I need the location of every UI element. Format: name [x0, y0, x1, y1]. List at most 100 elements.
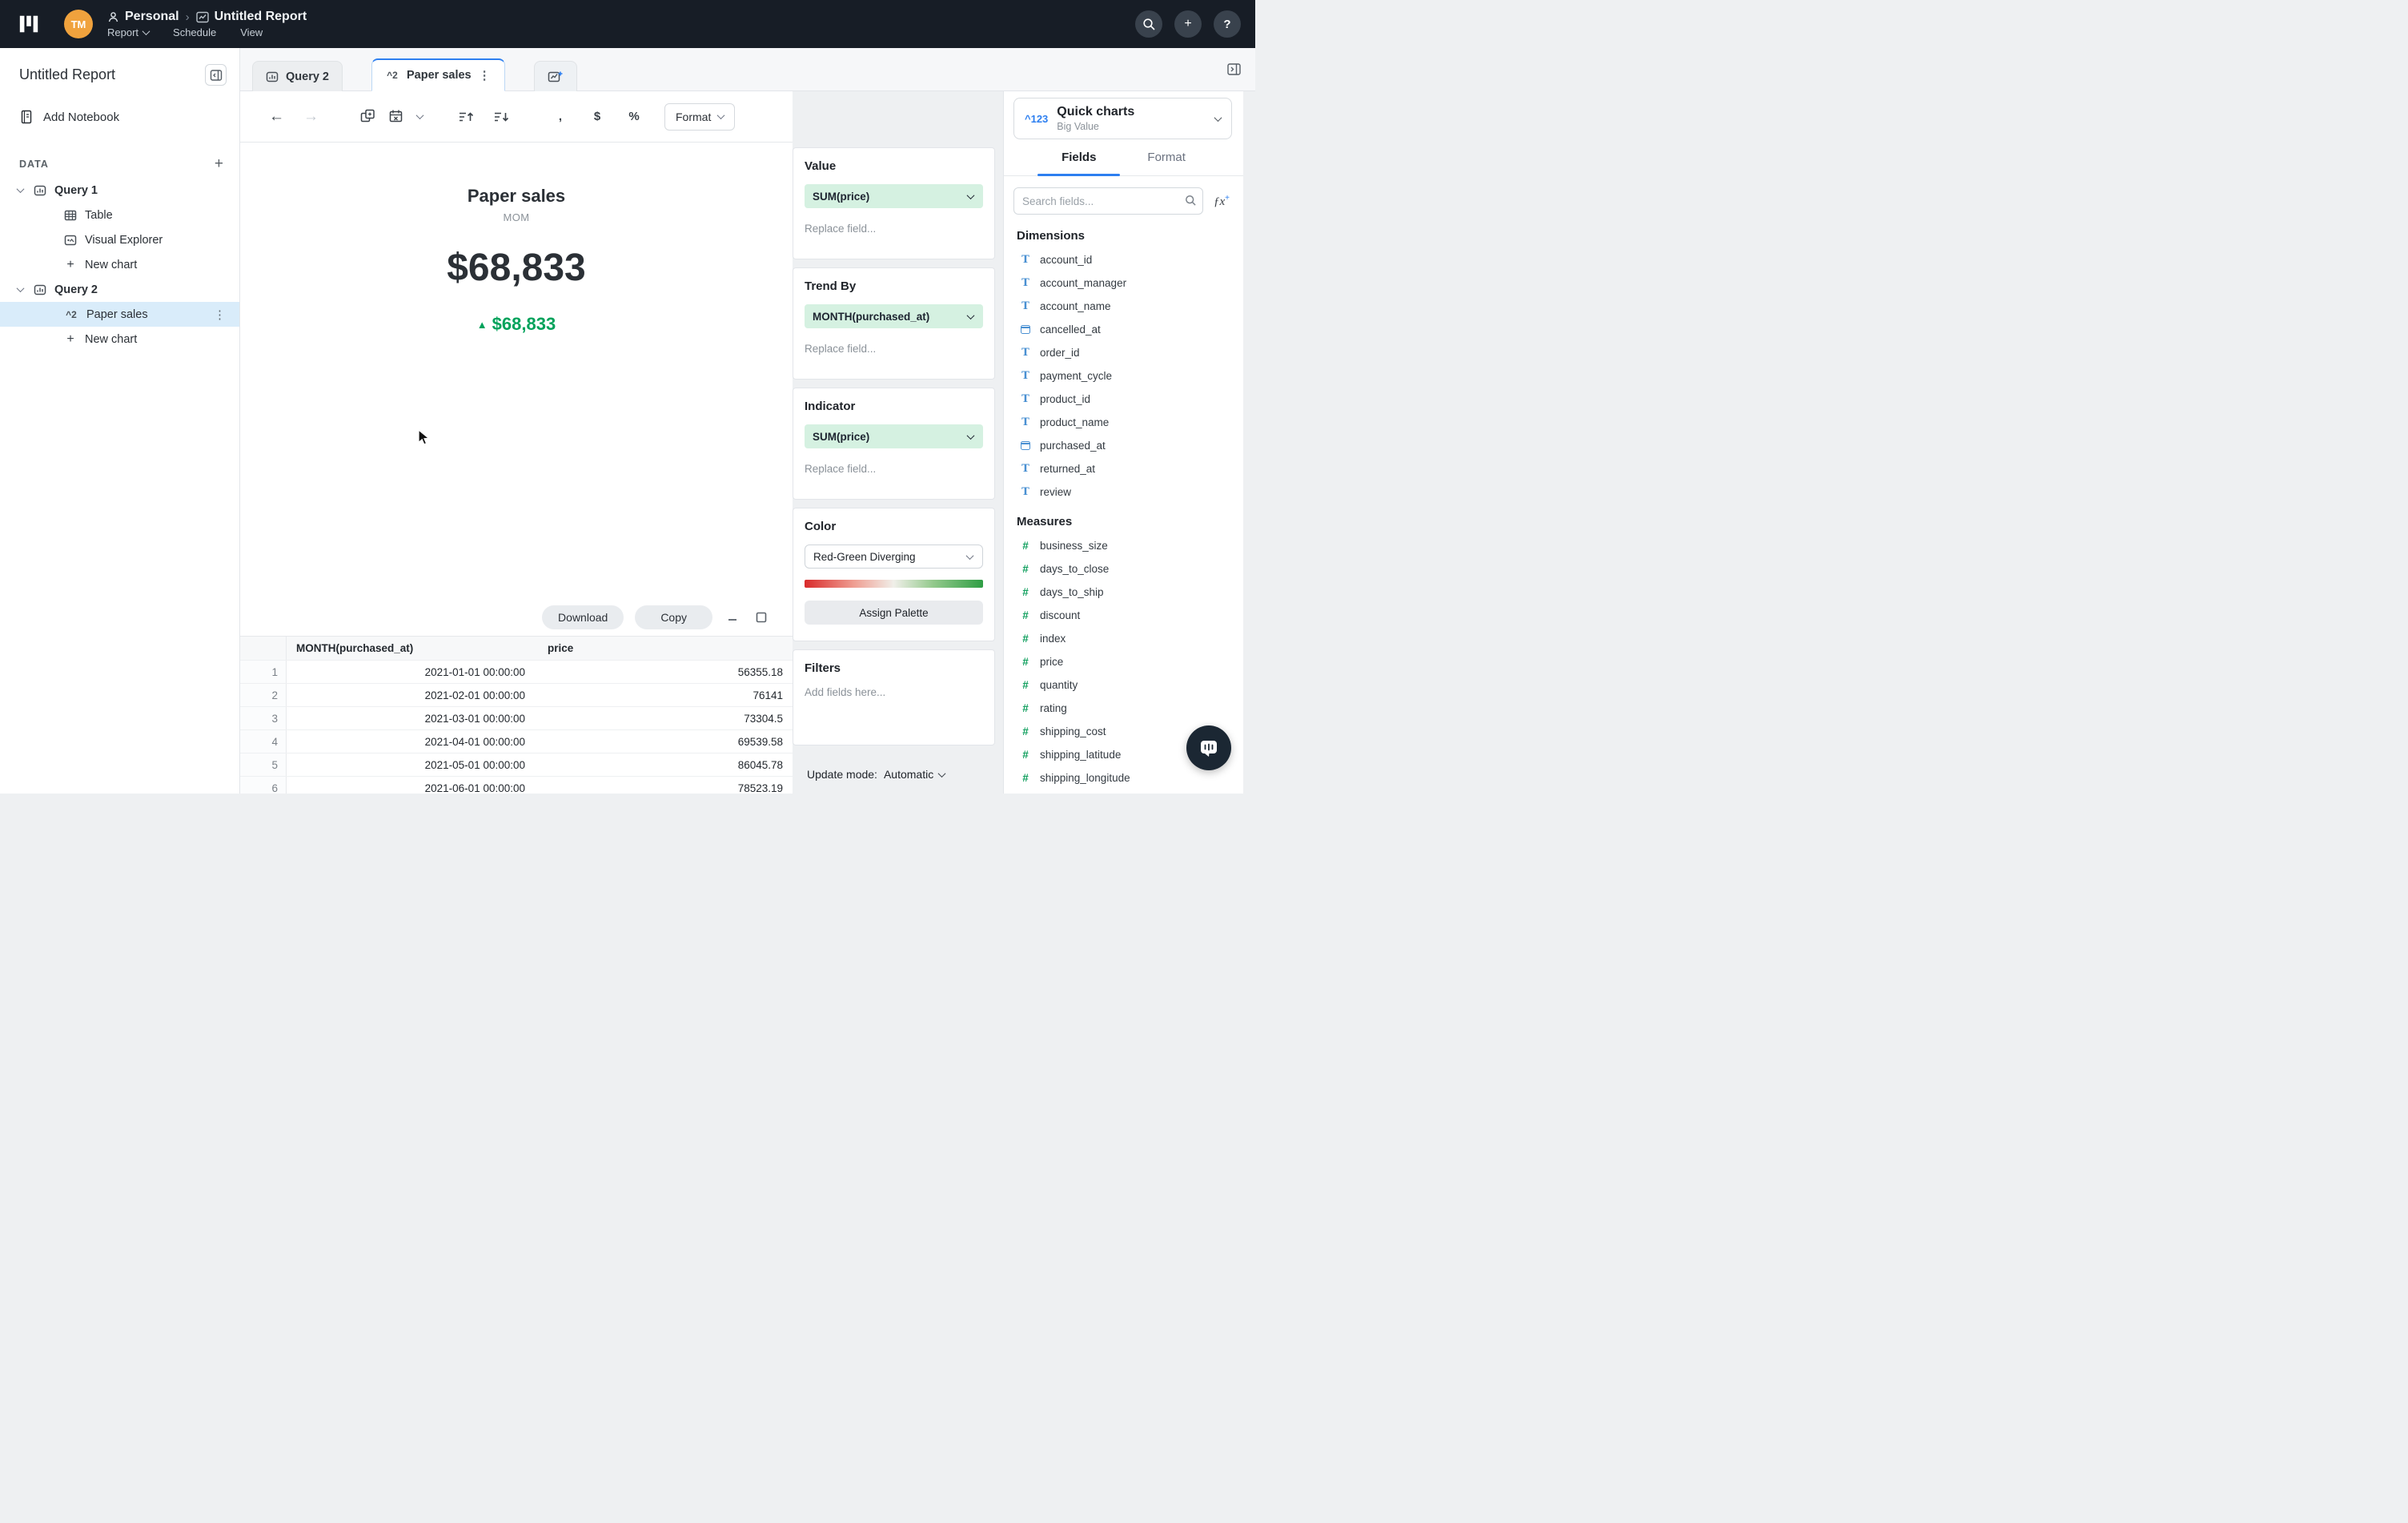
- field-item[interactable]: days_to_close: [1004, 557, 1243, 581]
- tab-query-2[interactable]: Query 2: [252, 61, 343, 91]
- field-item[interactable]: price: [1004, 650, 1243, 673]
- search-fields-input[interactable]: [1013, 187, 1203, 215]
- add-query-button[interactable]: +: [215, 156, 223, 171]
- indicator-field-pill[interactable]: SUM(price): [805, 424, 983, 448]
- chevron-down-icon: [966, 311, 975, 319]
- add-formula-field-button[interactable]: ƒx+: [1211, 192, 1232, 211]
- duplicate-field-icon[interactable]: [360, 109, 376, 124]
- assign-palette-button[interactable]: Assign Palette: [805, 601, 983, 625]
- workspace-crumb[interactable]: Personal: [107, 10, 179, 24]
- field-item[interactable]: payment_cycle: [1004, 364, 1243, 388]
- add-notebook-button[interactable]: Add Notebook: [0, 110, 239, 124]
- field-item[interactable]: review: [1004, 480, 1243, 504]
- sidebar-item-new-chart-query1[interactable]: + New chart: [0, 252, 239, 277]
- breadcrumb-separator: ›: [185, 10, 190, 24]
- query-icon: [266, 71, 279, 82]
- topbar-actions: + ?: [1135, 10, 1241, 38]
- quick-charts-dropdown[interactable]: ^123 Quick charts Big Value: [1013, 98, 1232, 139]
- menu-bar: Report Schedule View: [107, 26, 307, 38]
- text-type-icon: [1018, 486, 1033, 498]
- comma-format-button[interactable]: ,: [552, 110, 568, 123]
- field-item[interactable]: account_name: [1004, 295, 1243, 318]
- breadcrumb: Personal › Untitled Report: [107, 10, 307, 24]
- field-item[interactable]: quantity: [1004, 673, 1243, 697]
- tab-options-icon[interactable]: ⋮: [479, 68, 492, 82]
- app-logo-icon[interactable]: [16, 11, 42, 37]
- download-button[interactable]: Download: [542, 605, 624, 629]
- collapse-sidebar-button[interactable]: [205, 64, 227, 86]
- field-item[interactable]: purchased_at: [1004, 434, 1243, 457]
- dimensions-header: Dimensions: [1017, 229, 1086, 243]
- field-item[interactable]: returned_at: [1004, 457, 1243, 480]
- replace-field-dropzone[interactable]: Replace field...: [805, 463, 983, 475]
- field-options-chevron[interactable]: [415, 111, 424, 120]
- clear-date-field-icon[interactable]: [389, 109, 404, 124]
- measures-header: Measures: [1017, 515, 1073, 528]
- sidebar-item-query-1[interactable]: Query 1: [0, 178, 239, 203]
- more-options-icon[interactable]: ⋮: [214, 307, 239, 322]
- sidebar-item-new-chart-query2[interactable]: + New chart: [0, 327, 239, 352]
- format-dropdown-button[interactable]: Format: [664, 102, 736, 131]
- filters-dropzone[interactable]: Add fields here...: [805, 686, 983, 698]
- search-button[interactable]: [1135, 10, 1162, 38]
- sidebar-item-visual-explorer[interactable]: Visual Explorer: [0, 227, 239, 252]
- chat-widget-button[interactable]: [1186, 725, 1231, 770]
- query-icon: [34, 284, 46, 295]
- breadcrumb-block: Personal › Untitled Report Report Schedu…: [107, 10, 307, 38]
- menu-report[interactable]: Report: [107, 26, 150, 38]
- big-value-chart-icon: ^2: [66, 308, 77, 320]
- avatar[interactable]: TM: [64, 10, 93, 38]
- text-type-icon: [1018, 347, 1033, 359]
- update-mode-dropdown[interactable]: Automatic: [884, 768, 946, 781]
- workspace-name: Personal: [125, 10, 179, 23]
- tab-paper-sales[interactable]: ^2 Paper sales ⋮: [371, 58, 505, 91]
- field-item[interactable]: rating: [1004, 697, 1243, 720]
- trend-by-field-pill[interactable]: MONTH(purchased_at): [805, 304, 983, 328]
- section-title: Value: [805, 159, 837, 173]
- section-title: Filters: [805, 661, 841, 675]
- menu-view[interactable]: View: [240, 26, 263, 38]
- field-item[interactable]: product_id: [1004, 388, 1243, 411]
- field-item[interactable]: account_manager: [1004, 271, 1243, 295]
- field-item[interactable]: order_id: [1004, 341, 1243, 364]
- field-item[interactable]: cancelled_at: [1004, 318, 1243, 341]
- plus-icon: +: [1184, 17, 1192, 30]
- panel-toggle-icon: [1227, 63, 1241, 75]
- sort-ascending-icon[interactable]: [458, 111, 474, 123]
- help-button[interactable]: ?: [1214, 10, 1241, 38]
- tab-fields[interactable]: Fields: [1037, 139, 1122, 176]
- field-item[interactable]: index: [1004, 627, 1243, 650]
- copy-button[interactable]: Copy: [635, 605, 712, 629]
- menu-schedule[interactable]: Schedule: [173, 26, 216, 38]
- expand-results-icon[interactable]: [752, 609, 770, 626]
- new-chart-tab-button[interactable]: [533, 61, 577, 91]
- add-button[interactable]: +: [1174, 10, 1202, 38]
- replace-field-dropzone[interactable]: Replace field...: [805, 343, 983, 355]
- field-item[interactable]: account_id: [1004, 248, 1243, 271]
- field-item[interactable]: product_name: [1004, 411, 1243, 434]
- price-column-header[interactable]: price: [535, 642, 793, 654]
- new-chart-icon: [548, 71, 563, 82]
- collapse-right-panel-button[interactable]: [1227, 63, 1241, 79]
- currency-format-button[interactable]: $: [589, 110, 605, 123]
- sidebar-item-paper-sales[interactable]: ^2 Paper sales ⋮: [0, 302, 239, 327]
- percent-format-button[interactable]: %: [626, 110, 642, 123]
- tab-format[interactable]: Format: [1147, 139, 1186, 175]
- replace-field-dropzone[interactable]: Replace field...: [805, 223, 983, 235]
- sidebar-item-query-2[interactable]: Query 2: [0, 277, 239, 302]
- field-item[interactable]: discount: [1004, 604, 1243, 627]
- undo-arrow-button[interactable]: ←: [269, 108, 284, 126]
- palette-select[interactable]: Red-Green Diverging: [805, 545, 983, 569]
- collapse-results-icon[interactable]: [724, 609, 741, 626]
- sidebar-item-table[interactable]: Table: [0, 203, 239, 227]
- text-type-icon: [1018, 300, 1033, 312]
- field-item[interactable]: business_size: [1004, 534, 1243, 557]
- value-field-pill[interactable]: SUM(price): [805, 184, 983, 208]
- redo-arrow-button[interactable]: →: [303, 108, 319, 126]
- chevron-down-icon: [14, 284, 26, 293]
- update-mode-label: Update mode:: [807, 768, 877, 781]
- field-item[interactable]: days_to_ship: [1004, 581, 1243, 604]
- sort-descending-icon[interactable]: [493, 111, 509, 123]
- report-crumb[interactable]: Untitled Report: [195, 10, 307, 24]
- month-column-header[interactable]: MONTH(purchased_at): [287, 642, 535, 654]
